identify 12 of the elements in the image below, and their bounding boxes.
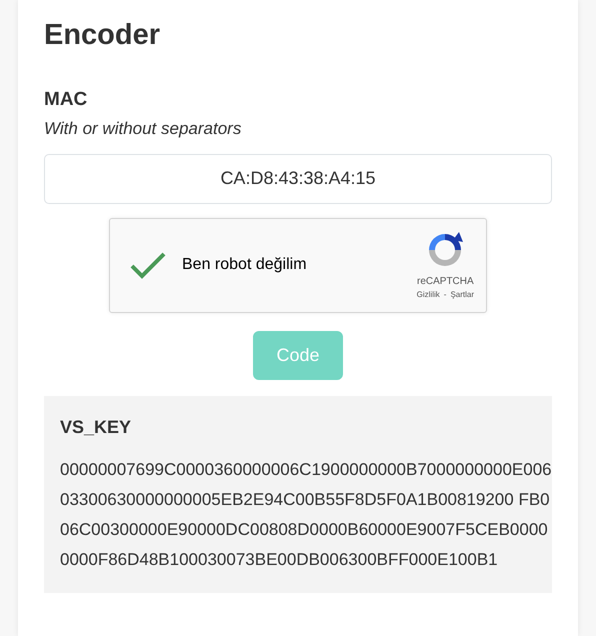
result-label: VS_KEY: [60, 416, 132, 439]
checkmark-icon[interactable]: [130, 251, 166, 280]
recaptcha-brand: reCAPTCHA: [416, 274, 474, 289]
mac-input-field[interactable]: CA:D8:43:38:A4:15: [44, 154, 552, 204]
page-title: Encoder: [44, 18, 162, 53]
field-hint: With or without separators: [44, 118, 242, 140]
field-label: MAC: [44, 88, 88, 112]
privacy-link[interactable]: Gizlilik: [416, 288, 440, 301]
terms-link[interactable]: Şartlar: [450, 288, 474, 301]
captcha-label: Ben robot değilim: [182, 255, 307, 276]
result-key: 00000007699C0000360000006C1900000000B7000000000E00603300630000000005EB2E94C00B55F8D5F0A1B00819200 FB006C00300000E90000DC00808D0000B60000E9007F5CEB00000000F86D48B100030073BE00DB006300BFF000E100B1: [60, 454, 552, 575]
link-separator: -: [444, 288, 446, 301]
